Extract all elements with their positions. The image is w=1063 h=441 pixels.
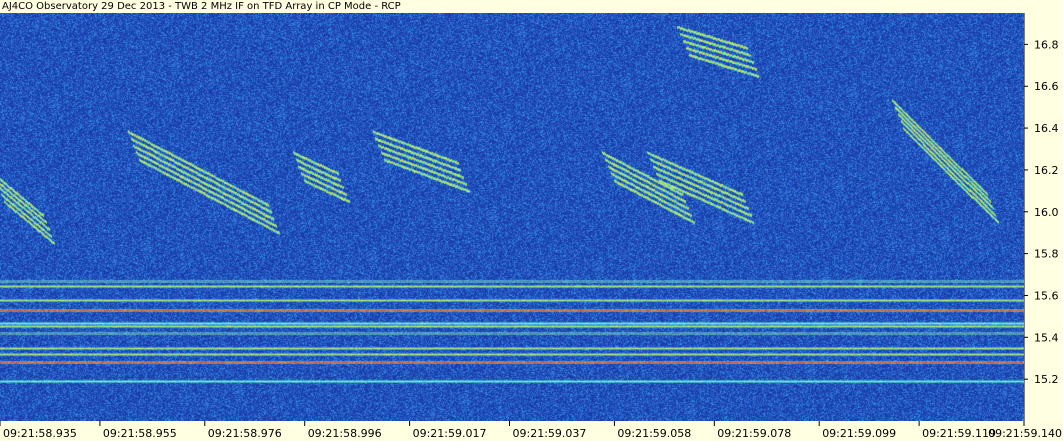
y-tick-label: 15.4 xyxy=(1034,331,1059,344)
x-tick-label: 09:21:59.119 xyxy=(922,427,996,440)
y-tick-label: 16.6 xyxy=(1034,80,1059,93)
x-tick-label: 09:21:59.140 xyxy=(988,427,1062,440)
spectrogram-plot[interactable] xyxy=(0,13,1024,421)
x-tick-label: 09:21:59.037 xyxy=(513,427,587,440)
x-tick-label: 09:21:59.017 xyxy=(413,427,487,440)
y-tick-label: 16.4 xyxy=(1034,122,1059,135)
y-tick-label: 16.2 xyxy=(1034,164,1059,177)
y-axis: 16.8 16.6 16.4 16.2 16.0 15.8 15.6 15.4 15.2 xyxy=(1024,13,1063,421)
y-tick-label: 15.8 xyxy=(1034,248,1059,261)
chart-title: AJ4CO Observatory 29 Dec 2013 - TWB 2 MH… xyxy=(0,0,1063,13)
x-tick-label: 09:21:58.935 xyxy=(3,427,77,440)
y-tick-label: 16.8 xyxy=(1034,38,1059,51)
y-tick-label: 15.2 xyxy=(1034,373,1059,386)
x-axis: 09:21:58.935 09:21:58.955 09:21:58.976 09:2… xyxy=(0,421,1063,441)
x-tick-label: 09:21:59.099 xyxy=(822,427,896,440)
spectrogram-canvas[interactable] xyxy=(0,13,1024,421)
x-tick-label: 09:21:58.976 xyxy=(208,427,282,440)
y-tick-label: 16.0 xyxy=(1034,206,1059,219)
x-tick-label: 09:21:58.955 xyxy=(103,427,177,440)
x-tick-label: 09:21:59.058 xyxy=(617,427,691,440)
x-tick-label: 09:21:59.078 xyxy=(717,427,791,440)
y-tick-label: 15.6 xyxy=(1034,289,1059,302)
x-tick-label: 09:21:58.996 xyxy=(308,427,382,440)
